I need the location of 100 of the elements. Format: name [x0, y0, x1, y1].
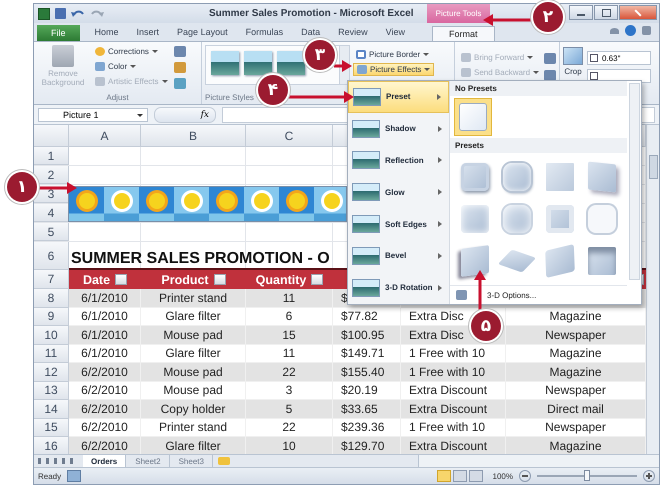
no-preset-thumbnail[interactable] [454, 98, 492, 136]
row-header[interactable]: 15 [34, 418, 69, 437]
restore-window-icon[interactable] [642, 26, 651, 35]
table-cell: Glare filter [165, 438, 221, 453]
menu-item[interactable]: Shadow [348, 112, 449, 145]
align-icon[interactable] [544, 53, 556, 64]
column-header[interactable]: B [141, 125, 246, 147]
table-cell: Newspaper [545, 383, 606, 398]
table-cell: Printer stand [158, 290, 228, 305]
section-heading: Presets [450, 138, 627, 153]
row-header[interactable]: 4 [34, 204, 69, 222]
ribbon-button[interactable]: Picture Effects [353, 63, 434, 76]
page-break-view-button[interactable] [468, 470, 483, 482]
table-cell: 6/2/2010 [81, 402, 128, 416]
group-objects-icon[interactable] [544, 70, 556, 81]
ribbon-tab[interactable]: Insert [128, 26, 168, 41]
minimize-ribbon-icon[interactable] [610, 28, 619, 34]
ribbon-tab[interactable]: File [37, 25, 80, 41]
row-header[interactable]: 5 [34, 223, 69, 241]
ribbon-button[interactable]: Color [92, 60, 171, 73]
row-header[interactable]: 8 [34, 289, 69, 308]
sheet-tab[interactable]: Orders [83, 455, 126, 467]
table-cell: 6/1/2010 [81, 328, 128, 342]
row-header[interactable]: 1 [34, 147, 69, 165]
row-header[interactable]: 12 [34, 363, 69, 382]
close-button[interactable] [619, 5, 657, 20]
redo-icon[interactable] [90, 8, 104, 18]
column-header[interactable]: C [246, 125, 333, 147]
zoom-slider-thumb[interactable] [584, 470, 590, 481]
ribbon-tab[interactable]: Home [86, 26, 128, 41]
page-layout-view-button[interactable] [452, 470, 467, 482]
table-cell: Magazine [549, 309, 602, 324]
row-header[interactable]: 6 [34, 242, 69, 270]
menu-item[interactable]: Soft Edges [348, 208, 449, 240]
ribbon-tab[interactable]: Data [292, 26, 330, 41]
crop-icon[interactable] [563, 47, 583, 65]
3d-options-icon [456, 290, 467, 300]
filter-dropdown-button[interactable] [311, 274, 324, 285]
crop-button[interactable]: Crop [564, 67, 582, 76]
menu-scroll-bar[interactable] [629, 83, 640, 280]
contextual-tab-label: Picture Tools [427, 4, 490, 23]
menu-item[interactable]: Preset [348, 81, 449, 113]
ribbon-tab[interactable]: Review [329, 26, 377, 41]
table-cell: 11 [282, 346, 296, 360]
menu-item[interactable]: Glow [348, 176, 449, 208]
ribbon-button[interactable]: Corrections [92, 45, 171, 58]
ribbon-tab[interactable]: View [376, 26, 414, 41]
row-header[interactable]: 11 [34, 344, 69, 363]
column-header[interactable]: A [69, 125, 141, 147]
maximize-button[interactable] [594, 5, 618, 20]
table-cell: $20.19 [341, 383, 378, 398]
row-header[interactable]: 9 [34, 308, 69, 326]
zoom-in-button[interactable] [643, 470, 655, 482]
table-cell: Copy holder [160, 402, 226, 416]
picture-style-thumbnail[interactable] [211, 51, 239, 75]
filter-dropdown-button[interactable] [115, 274, 128, 285]
table-cell: 6/2/2010 [81, 438, 128, 453]
insert-function-button[interactable]: fx [200, 110, 209, 120]
undo-icon[interactable] [71, 8, 85, 18]
row-header[interactable]: 7 [34, 270, 69, 289]
menu-item[interactable]: Reflection [348, 144, 449, 176]
row-header[interactable]: 2 [34, 166, 69, 184]
filter-dropdown-button[interactable] [214, 274, 226, 285]
sun-pattern-picture[interactable] [68, 186, 347, 222]
help-icon[interactable] [625, 25, 636, 36]
picture-style-thumbnail[interactable] [244, 51, 272, 75]
change-picture-icon[interactable] [174, 62, 186, 73]
callout-arrow [334, 60, 352, 72]
insert-sheet-icon[interactable] [218, 457, 230, 465]
save-icon[interactable] [55, 8, 66, 19]
ribbon-tab[interactable]: Page Layout [168, 26, 237, 41]
table-cell: Extra Discount [409, 438, 488, 453]
zoom-out-button[interactable] [519, 470, 531, 482]
ribbon-tab[interactable]: Formulas [236, 26, 292, 41]
minimize-button[interactable] [569, 5, 593, 20]
table-cell: Mouse pad [163, 383, 223, 398]
row-header[interactable]: 13 [34, 382, 69, 400]
ribbon-button[interactable]: Picture Border [353, 48, 434, 61]
zoom-level[interactable]: 100% [492, 472, 513, 480]
ribbon-tab[interactable]: Format [432, 26, 495, 41]
excel-logo-icon[interactable] [38, 8, 50, 20]
horizontal-scroll-bar[interactable] [418, 455, 659, 467]
group-label: Adjust [105, 93, 130, 104]
compress-pictures-icon[interactable] [174, 46, 186, 57]
name-box[interactable]: Picture 1 [38, 108, 148, 122]
menu-item[interactable]: Bevel [348, 240, 449, 272]
table-cell: $77.82 [341, 309, 378, 324]
status-text: Ready [38, 472, 62, 480]
normal-view-button[interactable] [436, 470, 451, 482]
3d-options-link[interactable]: 3-D Options... [487, 290, 536, 300]
menu-item[interactable]: 3-D Rotation [348, 272, 449, 304]
macro-recording-icon[interactable] [67, 470, 82, 482]
picture-style-thumbnail[interactable] [277, 51, 305, 75]
row-header[interactable]: 10 [34, 326, 69, 344]
row-header[interactable]: 14 [34, 400, 69, 418]
vertical-scroll-bar[interactable] [646, 125, 659, 454]
select-all-corner[interactable] [34, 125, 69, 147]
reset-picture-icon[interactable] [174, 78, 186, 89]
row-header[interactable]: 16 [34, 437, 69, 454]
height-field[interactable]: 0.63" [587, 51, 651, 65]
